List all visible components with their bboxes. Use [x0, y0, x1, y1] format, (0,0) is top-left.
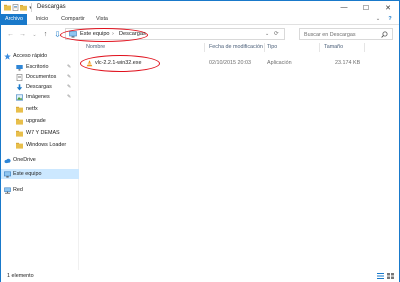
sidebar-item-netfx[interactable]: netfx: [1, 104, 79, 114]
sidebar-item-documentos[interactable]: Documentos ✎: [1, 72, 79, 82]
computer-icon: [4, 171, 12, 178]
sidebar-item-label: Escritorio: [26, 64, 49, 70]
sidebar-item-label: Documentos: [26, 74, 57, 80]
large-icons-view-icon[interactable]: [387, 273, 394, 279]
tab-archivo[interactable]: Archivo: [1, 14, 27, 25]
file-list: Nombre Fecha de modificación Tipo Tamaño…: [80, 42, 398, 270]
sidebar-item-descargas[interactable]: Descargas ✎: [1, 82, 79, 92]
file-name[interactable]: vlc-2.2.1-win32.exe: [95, 60, 141, 66]
search-box[interactable]: Buscar en Descargas: [299, 28, 393, 40]
sidebar-item-w7-y-demas[interactable]: W7 Y DEMAS: [1, 128, 79, 138]
folder-icon: [16, 130, 23, 137]
column-divider[interactable]: [204, 43, 205, 52]
folder-icon: [16, 106, 23, 113]
pin-icon[interactable]: ✎: [67, 94, 71, 100]
documents-icon: [16, 73, 23, 81]
explorer-folder-icon[interactable]: [4, 4, 11, 11]
cloud-icon: [4, 157, 11, 164]
pin-icon[interactable]: ✎: [67, 84, 71, 90]
column-header-nombre[interactable]: Nombre: [86, 44, 105, 50]
pin-icon[interactable]: ✎: [67, 64, 71, 70]
address-bar[interactable]: Este equipo › Descargas ⌄ ⟳: [65, 28, 285, 40]
star-icon: [4, 52, 11, 60]
column-divider[interactable]: [364, 43, 365, 52]
ribbon-expand-button[interactable]: ⌄: [373, 14, 383, 25]
new-folder-icon[interactable]: [20, 4, 27, 11]
desktop-icon: [16, 64, 23, 71]
close-button[interactable]: ✕: [377, 1, 399, 14]
sidebar-item-label: Acceso rápido: [13, 53, 48, 59]
tab-inicio[interactable]: Inicio: [31, 14, 53, 25]
back-button[interactable]: ←: [6, 30, 15, 39]
window-title: Descargas: [37, 4, 66, 10]
vlc-icon: [86, 59, 93, 67]
sidebar-item-este-equipo[interactable]: Este equipo: [1, 169, 79, 179]
details-view-icon[interactable]: [377, 273, 384, 279]
column-header-fecha[interactable]: Fecha de modificación: [209, 44, 263, 50]
sidebar-item-label: upgrade: [26, 118, 46, 124]
title-bar: ▾ Descargas — ☐ ✕: [1, 1, 399, 14]
column-header-tamano[interactable]: Tamaño: [324, 44, 343, 50]
address-dropdown-icon[interactable]: ⌄: [265, 31, 269, 37]
forward-button[interactable]: →: [18, 30, 27, 39]
explorer-window: ▾ Descargas — ☐ ✕ Archivo Inicio Compart…: [0, 0, 400, 282]
file-type: Aplicación: [267, 60, 292, 66]
sidebar-item-label: Windows Loader: [26, 142, 67, 148]
item-count: 1 elemento: [7, 273, 34, 279]
sidebar-item-label: OneDrive: [13, 157, 36, 163]
recent-locations-button[interactable]: ⌄: [30, 30, 39, 39]
help-button[interactable]: ?: [385, 14, 395, 25]
breadcrumb-descargas[interactable]: Descargas: [119, 31, 146, 37]
folder-icon: [16, 118, 23, 125]
sidebar-item-acceso-rapido[interactable]: Acceso rápido: [1, 51, 79, 61]
sidebar-item-escritorio[interactable]: Escritorio ✎: [1, 62, 79, 72]
computer-icon: [69, 31, 77, 38]
sidebar-item-imagenes[interactable]: Imágenes ✎: [1, 92, 79, 102]
downloads-location-icon: ⇩: [54, 30, 61, 39]
tab-compartir[interactable]: Compartir: [57, 14, 89, 25]
search-icon: [381, 31, 388, 38]
column-divider[interactable]: [264, 43, 265, 52]
sidebar-item-label: Este equipo: [13, 171, 42, 177]
sidebar-item-windows-loader[interactable]: Windows Loader: [1, 140, 79, 150]
folder-icon: [16, 142, 23, 149]
sidebar-item-label: netfx: [26, 106, 38, 112]
refresh-button[interactable]: ⟳: [274, 31, 279, 37]
status-bar: 1 elemento: [1, 270, 399, 282]
properties-icon[interactable]: [12, 4, 19, 11]
network-icon: [4, 187, 11, 194]
navigation-bar: ← → ⌄ ↑ ⇩ Este equipo › Descargas ⌄ ⟳ Bu…: [1, 26, 399, 42]
sidebar-item-label: Descargas: [26, 84, 52, 90]
downloads-icon: [16, 83, 23, 91]
sidebar-item-label: Red: [13, 187, 23, 193]
breadcrumb-este-equipo[interactable]: Este equipo: [80, 31, 110, 37]
file-date: 02/10/2015 20:03: [209, 60, 251, 66]
pin-icon[interactable]: ✎: [67, 74, 71, 80]
maximize-button[interactable]: ☐: [355, 1, 377, 14]
ribbon-tabs: Archivo Inicio Compartir Vista ⌄ ?: [1, 14, 399, 25]
column-divider[interactable]: [319, 43, 320, 52]
sidebar-item-upgrade[interactable]: upgrade: [1, 116, 79, 126]
up-button[interactable]: ↑: [41, 30, 50, 39]
breadcrumb-separator[interactable]: ›: [112, 31, 114, 37]
pictures-icon: [16, 94, 24, 101]
sidebar-item-label: W7 Y DEMAS: [26, 130, 60, 136]
search-input[interactable]: Buscar en Descargas: [304, 32, 356, 38]
column-header-tipo[interactable]: Tipo: [267, 44, 277, 50]
table-row[interactable]: vlc-2.2.1-win32.exe 02/10/2015 20:03 Apl…: [82, 58, 396, 68]
sidebar-item-onedrive[interactable]: OneDrive: [1, 155, 79, 165]
tab-vista[interactable]: Vista: [93, 14, 111, 25]
sidebar-item-red[interactable]: Red: [1, 185, 79, 195]
minimize-button[interactable]: —: [333, 1, 355, 14]
file-size: 23.174 KB: [335, 60, 361, 66]
navigation-pane: Acceso rápido Escritorio ✎ Documentos ✎ …: [1, 42, 79, 270]
sidebar-item-label: Imágenes: [26, 94, 50, 100]
title-separator: [31, 3, 32, 12]
